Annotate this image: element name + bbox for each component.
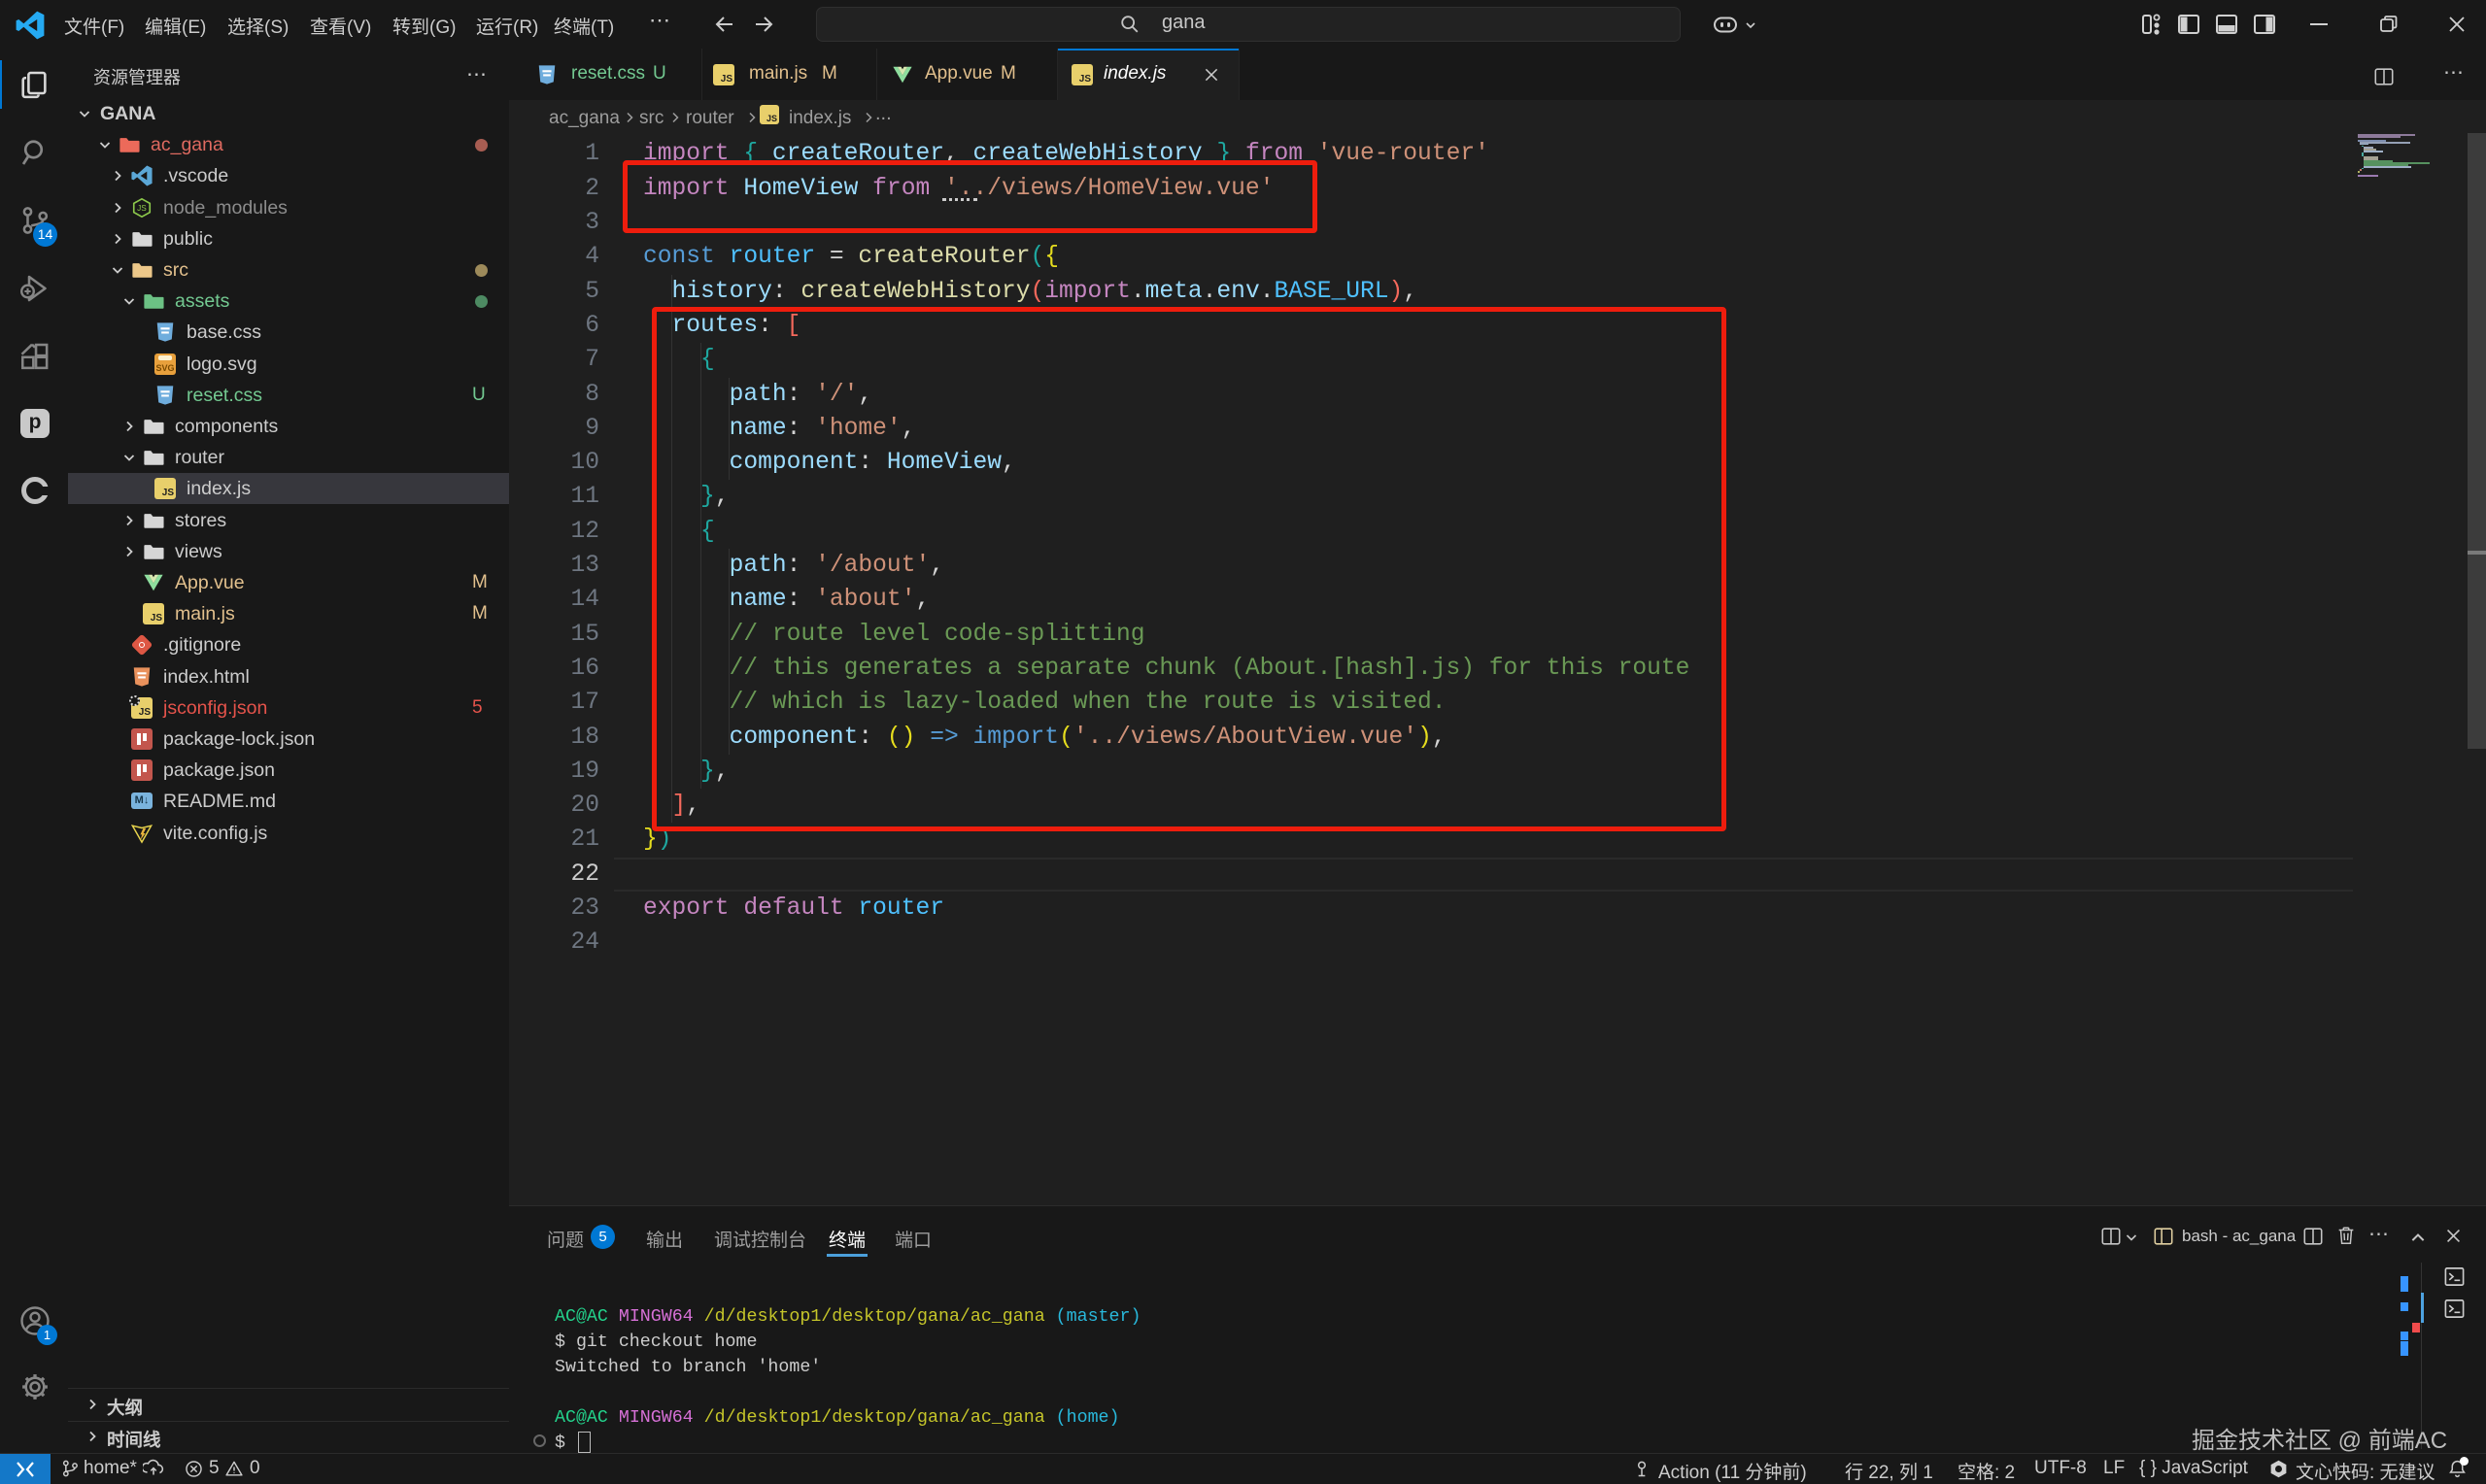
svg-text:JS: JS	[137, 204, 147, 213]
